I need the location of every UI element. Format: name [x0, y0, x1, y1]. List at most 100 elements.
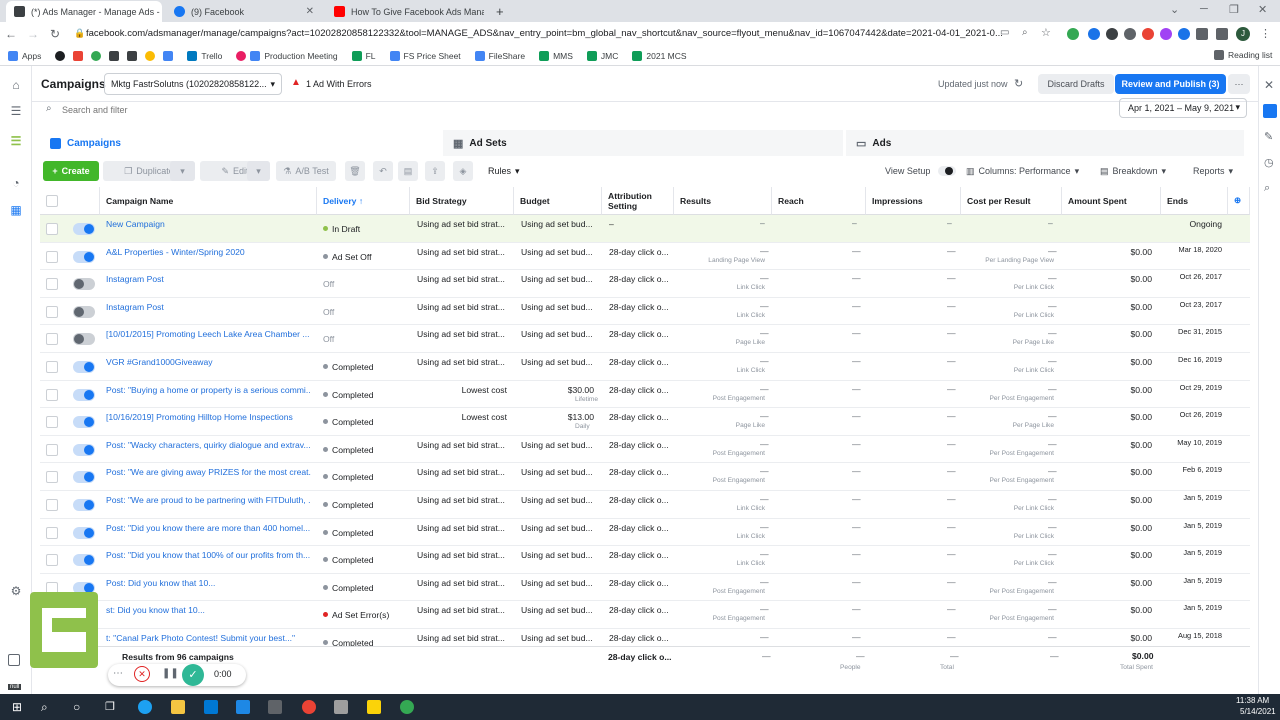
row-checkbox[interactable] — [46, 223, 58, 235]
campaign-name-link[interactable]: [10/01/2015] Promoting Leech Lake Area C… — [106, 327, 311, 355]
mail-icon[interactable] — [204, 700, 218, 714]
duplicate-caret-button[interactable]: ▾ — [170, 161, 195, 181]
row-checkbox[interactable] — [46, 526, 58, 539]
campaign-toggle[interactable] — [73, 471, 95, 484]
webcam-icon[interactable] — [8, 654, 20, 666]
edit-pencil-icon[interactable]: ✎ — [1264, 130, 1273, 143]
bookmark-fileshare[interactable]: FileShare — [474, 50, 525, 61]
extension-icon[interactable] — [1088, 28, 1100, 40]
close-tab-icon[interactable]: ✕ — [306, 6, 314, 17]
edge-icon[interactable] — [138, 700, 152, 714]
table-row[interactable]: [10/01/2015] Promoting Leech Lake Area C… — [40, 325, 1250, 353]
home-icon[interactable]: ⌂ — [9, 78, 23, 92]
campaign-name-link[interactable]: Post: "We are proud to be partnering wit… — [106, 493, 311, 521]
table-icon[interactable]: ▦ — [9, 203, 23, 217]
header-impressions[interactable]: Impressions — [866, 187, 961, 215]
close-window-icon[interactable]: ✕ — [1258, 3, 1267, 16]
pause-icon[interactable]: ❚❚ — [162, 668, 179, 679]
table-row[interactable]: Post: "We are giving away PRIZES for the… — [40, 463, 1250, 491]
browser-tab-facebook[interactable]: (9) Facebook ✕ — [166, 1, 322, 22]
view-setup-switch[interactable] — [938, 166, 957, 176]
menu-icon[interactable]: ☰ — [9, 104, 23, 118]
breakdown-dropdown[interactable]: ▤ Breakdown ▾ — [1100, 161, 1166, 181]
app-logo-icon[interactable]: ☰ — [9, 134, 23, 148]
search-and-filter-input[interactable] — [62, 101, 1112, 119]
chart-icon[interactable] — [1263, 104, 1277, 118]
row-checkbox[interactable] — [46, 471, 58, 484]
row-checkbox[interactable] — [46, 499, 58, 511]
campaign-name-link[interactable]: VGR #Grand1000Giveaway — [106, 355, 311, 383]
campaign-name-link[interactable]: A&L Properties - Winter/Spring 2020 — [106, 245, 311, 273]
bookmark-jmc[interactable]: JMC — [586, 50, 618, 61]
chrome-icon[interactable] — [400, 700, 414, 714]
header-cost-per-result[interactable]: Cost per Result — [961, 187, 1062, 215]
row-checkbox[interactable] — [46, 416, 58, 429]
campaign-name-link[interactable]: Instagram Post — [106, 300, 311, 328]
table-row[interactable]: Post: Did you know that 10... Completed Us… — [40, 574, 1250, 602]
campaign-toggle[interactable] — [73, 250, 95, 263]
ab-test-button[interactable]: ⚗ A/B Test — [276, 161, 336, 181]
row-checkbox[interactable] — [46, 333, 58, 346]
delete-button[interactable]: 🗑 — [345, 161, 365, 181]
campaign-toggle[interactable] — [73, 361, 95, 373]
table-row[interactable]: A&L Properties - Winter/Spring 2020 Ad Se… — [40, 243, 1250, 271]
bookmark-apps[interactable]: Apps — [8, 50, 41, 61]
refresh-icon[interactable]: ↻ — [1014, 77, 1023, 90]
back-icon[interactable]: ← — [0, 27, 22, 41]
row-checkbox[interactable] — [46, 278, 58, 291]
app-icon[interactable] — [268, 700, 282, 714]
select-all-checkbox[interactable] — [46, 194, 58, 207]
dashboard-icon[interactable]: ◔ — [9, 176, 23, 190]
campaign-name-link[interactable]: st: Did you know that 10... — [106, 603, 311, 631]
campaign-name-link[interactable]: t: "Canal Park Photo Contest! Submit you… — [106, 631, 311, 647]
campaign-name-link[interactable]: Post: "Did you know that 100% of our pro… — [106, 548, 311, 576]
forward-icon[interactable]: → — [22, 27, 44, 41]
header-amount-spent[interactable]: Amount Spent — [1062, 187, 1161, 215]
table-row[interactable]: t: "Canal Park Photo Contest! Submit you… — [40, 629, 1250, 647]
campaign-toggle[interactable] — [73, 333, 95, 346]
table-row[interactable]: New Campaign In Draft Using ad set bid str… — [40, 215, 1250, 243]
campaign-name-link[interactable]: Instagram Post — [106, 272, 311, 300]
review-publish-button[interactable]: Review and Publish (3) — [1115, 74, 1226, 94]
profile-avatar[interactable]: J — [1236, 27, 1250, 41]
rules-dropdown[interactable]: Rules ▾ — [488, 161, 528, 181]
campaign-name-link[interactable]: Post: "Did you know there are more than … — [106, 521, 311, 549]
sticky-notes-icon[interactable] — [367, 700, 381, 714]
campaign-toggle[interactable] — [73, 278, 95, 291]
bookmark-mms[interactable]: MMS — [539, 50, 573, 61]
restore-icon[interactable]: ❐ — [1229, 3, 1239, 16]
finish-recording-icon[interactable]: ✓ — [182, 664, 204, 686]
header-attribution-setting[interactable]: Attribution Setting — [602, 187, 674, 215]
header-reach[interactable]: Reach — [772, 187, 866, 215]
header-budget[interactable]: Budget — [514, 187, 602, 215]
campaign-name-link[interactable]: Post: "Buying a home or property is a se… — [106, 383, 311, 411]
extension-icon[interactable] — [1106, 28, 1118, 40]
discard-drafts-button[interactable]: Discard Drafts — [1038, 74, 1114, 94]
tag-button[interactable]: ◈ — [453, 161, 473, 181]
row-checkbox[interactable] — [46, 443, 58, 456]
campaign-toggle[interactable] — [73, 416, 95, 429]
bookmark-icon[interactable] — [145, 50, 156, 61]
campaign-name-link[interactable]: Post: "Wacky characters, quirky dialogue… — [106, 438, 311, 466]
table-row[interactable]: Post: "Buying a home or property is a se… — [40, 381, 1250, 409]
media-icon[interactable] — [1216, 28, 1228, 40]
header-delivery[interactable]: Delivery ↑ — [317, 187, 410, 215]
table-row[interactable]: st: Did you know that 10... Ad Set Error(… — [40, 601, 1250, 629]
add-column-icon[interactable]: ⊕ — [1228, 187, 1250, 215]
table-row[interactable]: Instagram Post Off Using ad set bid strat.… — [40, 270, 1250, 298]
new-tab-button[interactable]: + — [488, 1, 510, 22]
table-row[interactable]: Post: "Wacky characters, quirky dialogue… — [40, 436, 1250, 464]
bookmark-icon[interactable] — [109, 50, 120, 61]
columns-dropdown[interactable]: ▥ Columns: Performance ▾ — [966, 161, 1079, 181]
table-row[interactable]: Post: "Did you know that 100% of our pro… — [40, 546, 1250, 574]
date-range-picker[interactable]: Apr 1, 2021 – May 9, 2021 ▾ — [1119, 98, 1247, 118]
extension-icon[interactable] — [1142, 28, 1154, 40]
store-icon[interactable] — [334, 700, 348, 714]
campaign-toggle[interactable] — [73, 223, 95, 235]
url-field[interactable]: facebook.com/adsmanager/manage/campaigns… — [86, 25, 1016, 43]
bookmark-icon[interactable] — [127, 50, 138, 61]
edit-caret-button[interactable]: ▾ — [247, 161, 270, 181]
row-checkbox[interactable] — [46, 305, 58, 318]
campaign-toggle[interactable] — [73, 554, 95, 567]
tab-search-icon[interactable]: ⌄ — [1170, 3, 1179, 16]
